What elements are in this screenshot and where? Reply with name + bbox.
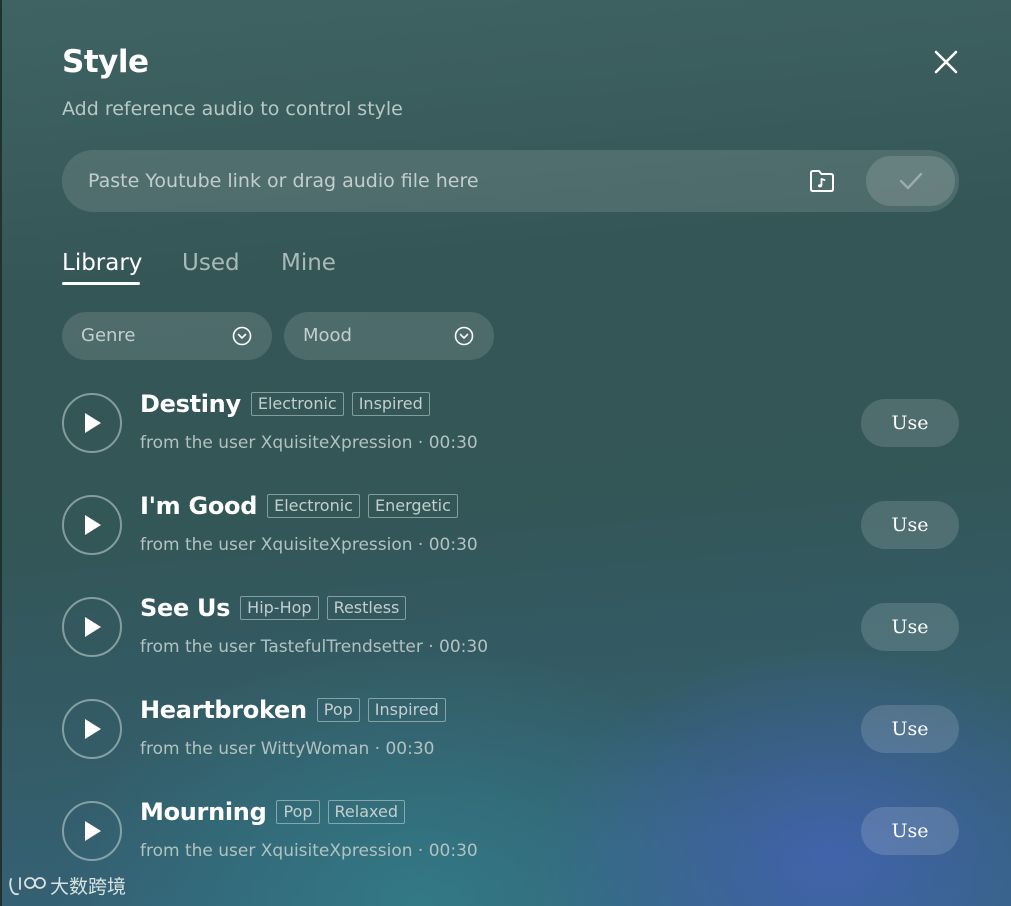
dialog-title: Style [62, 44, 149, 80]
use-button[interactable]: Use [861, 705, 959, 753]
track-header: Destiny Electronic Inspired [140, 390, 438, 418]
use-button[interactable]: Use [861, 807, 959, 855]
confirm-button[interactable] [866, 156, 955, 206]
play-button[interactable] [62, 699, 122, 759]
track-meta: from the user TastefulTrendsetter · 00:3… [140, 637, 489, 657]
mood-tag: Energetic [367, 494, 458, 518]
mood-tag: Relaxed [327, 800, 405, 824]
upload-file-button[interactable] [809, 169, 835, 193]
tab-library-label: Library [62, 250, 143, 276]
active-tab-indicator [62, 282, 140, 285]
track-header: I'm Good Electronic Energetic [140, 492, 466, 520]
mood-tag: Restless [326, 596, 407, 620]
track-meta: from the user WittyWoman · 00:30 [140, 739, 435, 759]
use-button[interactable]: Use [861, 399, 959, 447]
track-item: Destiny Electronic Inspired from the use… [62, 390, 959, 455]
mood-tag: Inspired [367, 698, 446, 722]
use-button[interactable]: Use [861, 501, 959, 549]
track-title: See Us [140, 594, 231, 622]
mood-filter[interactable]: Mood [284, 312, 494, 360]
watermark-logo-icon [9, 876, 46, 895]
genre-tag: Electronic [267, 494, 360, 518]
track-meta: from the user XquisiteXpression · 00:30 [140, 433, 478, 453]
track-meta: from the user XquisiteXpression · 00:30 [140, 841, 478, 861]
chevron-down-circle-icon [232, 326, 252, 346]
track-title: Destiny [140, 390, 241, 418]
chevron-down-circle-icon [454, 326, 474, 346]
play-button[interactable] [62, 801, 122, 861]
play-icon [85, 413, 101, 433]
window-edge [0, 0, 2, 906]
track-title: I'm Good [140, 492, 258, 520]
close-button[interactable] [930, 46, 962, 78]
mood-tag: Inspired [351, 392, 430, 416]
reference-audio-bar [62, 150, 959, 212]
track-title: Heartbroken [140, 696, 307, 724]
play-button[interactable] [62, 597, 122, 657]
music-folder-icon [810, 170, 834, 192]
track-header: See Us Hip-Hop Restless [140, 594, 414, 622]
genre-tag: Hip-Hop [240, 596, 319, 620]
track-item: I'm Good Electronic Energetic from the u… [62, 492, 959, 557]
play-button[interactable] [62, 495, 122, 555]
watermark: 大数跨境 [8, 872, 126, 899]
close-icon [934, 50, 958, 74]
dialog-subtitle: Add reference audio to control style [62, 98, 403, 120]
check-icon [899, 172, 922, 190]
track-meta: from the user XquisiteXpression · 00:30 [140, 535, 478, 555]
track-title: Mourning [140, 798, 267, 826]
tab-library[interactable]: Library [62, 250, 143, 285]
track-item: Heartbroken Pop Inspired from the user W… [62, 696, 959, 761]
reference-audio-input[interactable] [88, 150, 768, 212]
genre-tag: Pop [316, 698, 360, 722]
genre-tag: Pop [276, 800, 320, 824]
watermark-text: 大数跨境 [50, 876, 127, 898]
use-button[interactable]: Use [861, 603, 959, 651]
tab-mine[interactable]: Mine [281, 250, 336, 276]
track-header: Mourning Pop Relaxed [140, 798, 413, 826]
mood-filter-label: Mood [303, 325, 352, 346]
track-item: Mourning Pop Relaxed from the user Xquis… [62, 798, 959, 863]
play-button[interactable] [62, 393, 122, 453]
genre-filter[interactable]: Genre [62, 312, 272, 360]
genre-tag: Electronic [250, 392, 344, 416]
track-header: Heartbroken Pop Inspired [140, 696, 454, 724]
play-icon [85, 821, 101, 841]
track-item: See Us Hip-Hop Restless from the user Ta… [62, 594, 959, 659]
play-icon [85, 617, 101, 637]
tab-used[interactable]: Used [182, 250, 240, 276]
genre-filter-label: Genre [81, 325, 136, 346]
play-icon [85, 515, 101, 535]
play-icon [85, 719, 101, 739]
